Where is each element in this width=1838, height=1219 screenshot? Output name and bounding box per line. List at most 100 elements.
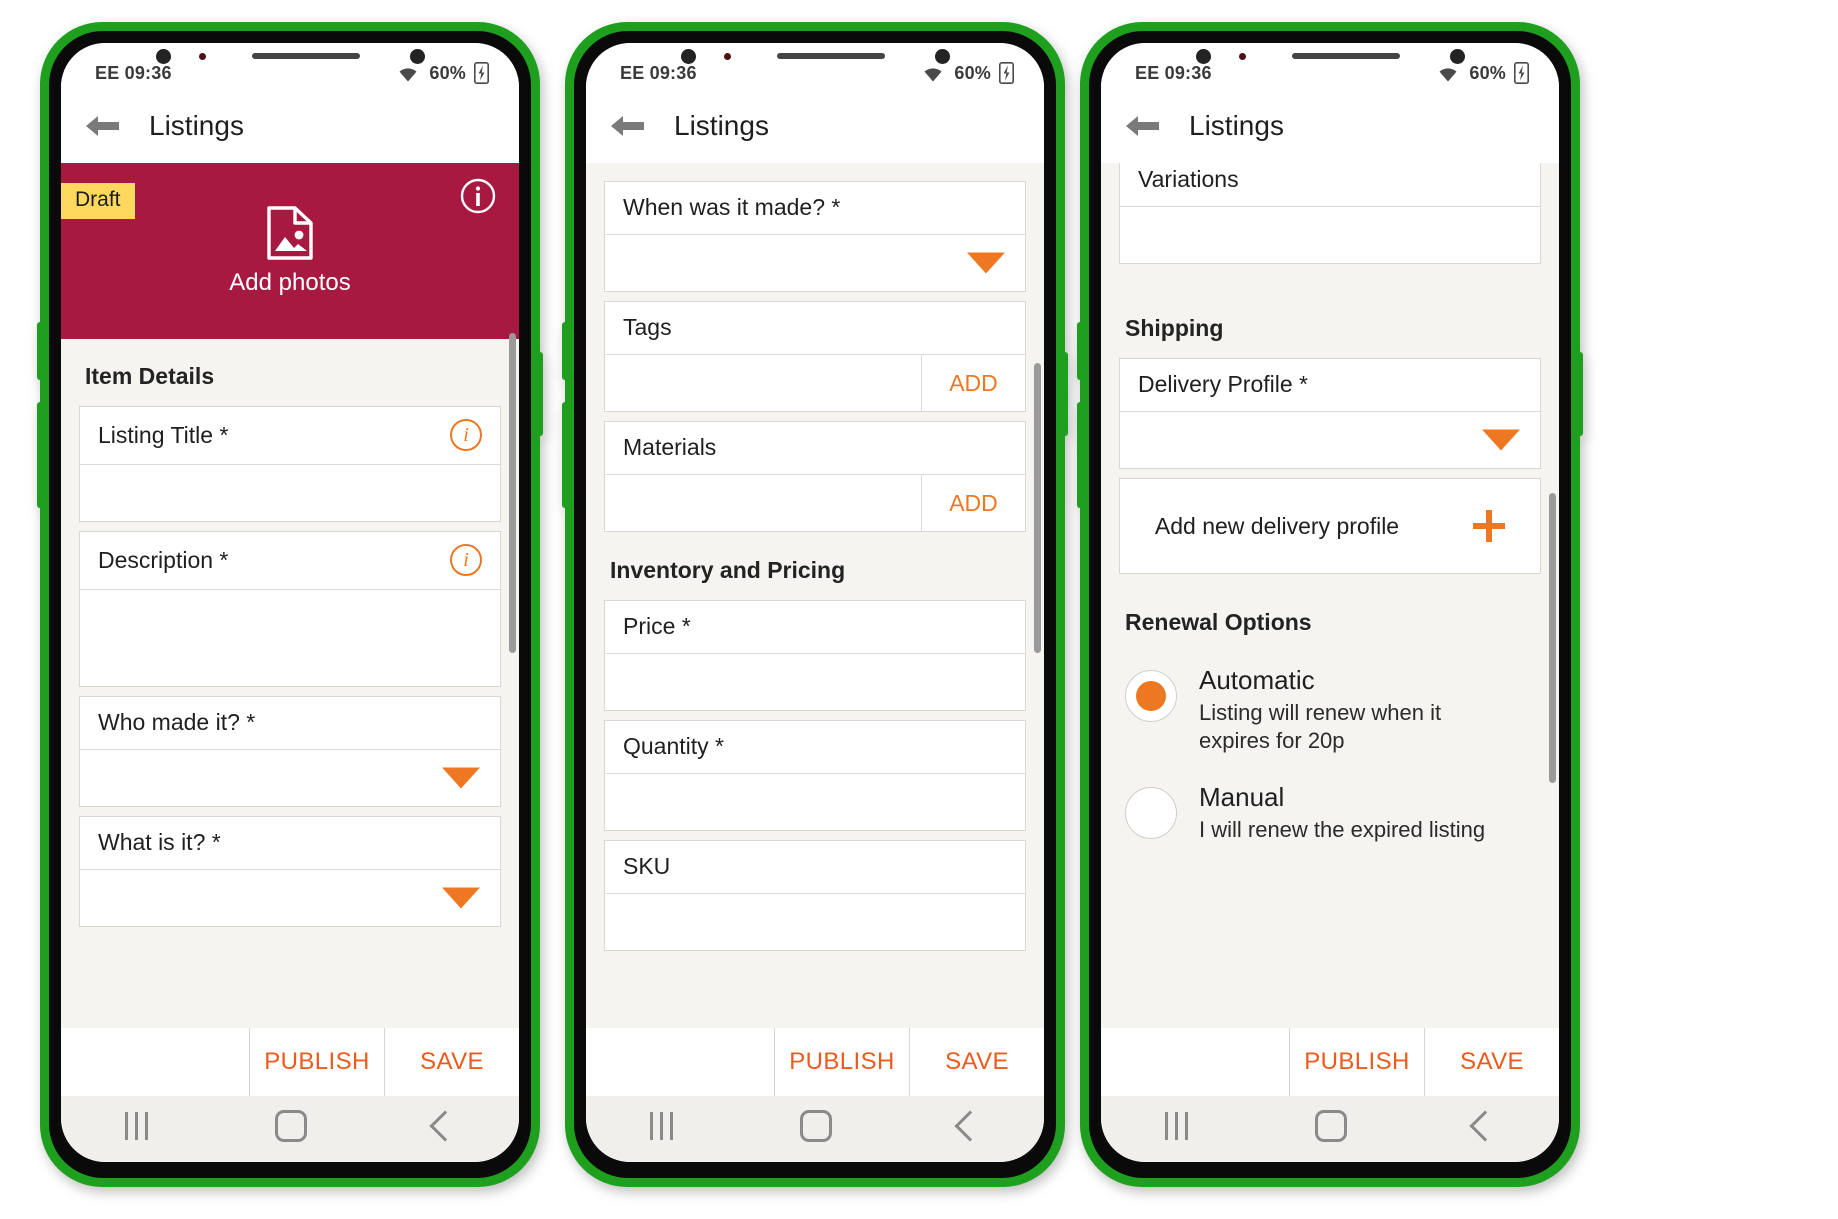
tags-add-button[interactable]: ADD [921, 355, 1025, 411]
info-icon[interactable]: i [450, 544, 482, 576]
battery-icon [1514, 62, 1529, 84]
back-arrow-icon[interactable] [83, 112, 121, 140]
chevron-down-icon[interactable] [1482, 429, 1520, 451]
quantity-input[interactable] [605, 774, 1025, 830]
field-delivery-profile[interactable]: Delivery Profile * [1119, 358, 1541, 469]
home-icon[interactable] [274, 1110, 307, 1142]
delivery-profile-dropdown[interactable] [1120, 412, 1540, 468]
back-arrow-icon[interactable] [608, 112, 646, 140]
app-bar-2: Listings [586, 89, 1044, 163]
save-button[interactable]: SAVE [384, 1028, 519, 1096]
field-quantity[interactable]: Quantity * [604, 720, 1026, 831]
price-input[interactable] [605, 654, 1025, 710]
plus-icon[interactable] [1473, 510, 1506, 542]
field-who-made-it[interactable]: Who made it? * [79, 696, 501, 807]
field-list-3-shipping: Delivery Profile * Add new delivery prof… [1101, 358, 1559, 574]
power-button[interactable] [537, 352, 543, 436]
screenshot-stage: EE 09:36 60% Listings Draft Add photos I… [0, 0, 1838, 1219]
volume-down-button[interactable] [1077, 402, 1083, 508]
radio-title: Manual [1199, 782, 1285, 813]
scroll-body-2[interactable]: When was it made? * Tags ADD Materials A… [586, 163, 1044, 1028]
publish-button[interactable]: PUBLISH [249, 1028, 384, 1096]
radio-button-automatic[interactable] [1125, 670, 1177, 722]
add-new-delivery-profile-label: Add new delivery profile [1154, 512, 1400, 539]
phone-screen-3: EE 09:36 60% Listings Variations Shippin… [1101, 43, 1559, 1162]
field-list-3-variations: Variations [1101, 163, 1559, 264]
back-icon[interactable] [1468, 1110, 1501, 1142]
power-button[interactable] [1577, 352, 1583, 436]
add-new-delivery-profile-button[interactable]: Add new delivery profile [1119, 478, 1541, 574]
save-button[interactable]: SAVE [1424, 1028, 1559, 1096]
radio-option-automatic[interactable]: Automatic Listing will renew when it exp… [1125, 656, 1535, 773]
field-materials[interactable]: Materials ADD [604, 421, 1026, 532]
status-battery-percent: 60% [1469, 62, 1506, 83]
publish-button[interactable]: PUBLISH [774, 1028, 909, 1096]
scrollbar-thumb-3[interactable] [1549, 493, 1556, 783]
volume-up-button[interactable] [37, 322, 43, 380]
materials-add-button[interactable]: ADD [921, 475, 1025, 531]
field-label: Description * [98, 546, 229, 573]
status-bar-2: EE 09:36 60% [586, 43, 1044, 89]
tags-input[interactable] [605, 355, 921, 411]
volume-up-button[interactable] [1077, 322, 1083, 380]
recents-icon[interactable] [649, 1112, 673, 1140]
chevron-down-icon[interactable] [442, 887, 480, 909]
home-icon[interactable] [1314, 1110, 1347, 1142]
publish-button[interactable]: PUBLISH [1289, 1028, 1424, 1096]
save-button[interactable]: SAVE [909, 1028, 1044, 1096]
wifi-icon [924, 68, 942, 82]
materials-input[interactable] [605, 475, 921, 531]
status-carrier-time: EE 09:36 [620, 62, 697, 83]
add-photos-hero[interactable]: Draft Add photos [61, 163, 519, 339]
status-bar-3: EE 09:36 60% [1101, 43, 1559, 89]
section-title-shipping: Shipping [1125, 315, 1224, 341]
radio-title: Automatic [1199, 665, 1315, 695]
scroll-body-1[interactable]: Draft Add photos Item Details Listing Ti… [61, 163, 519, 1028]
radio-option-manual[interactable]: Manual I will renew the expired listing [1125, 773, 1535, 862]
field-sku[interactable]: SKU [604, 840, 1026, 951]
add-photos-label: Add photos [229, 269, 351, 296]
field-label: Tags [623, 314, 672, 340]
variations-input[interactable] [1120, 207, 1540, 263]
back-icon[interactable] [428, 1110, 461, 1142]
field-list-2-bottom: Price * Quantity * SKU [586, 600, 1044, 951]
field-when-was-it-made[interactable]: When was it made? * [604, 181, 1026, 292]
what-is-it-dropdown[interactable] [80, 870, 500, 926]
info-icon[interactable] [459, 177, 497, 215]
field-price[interactable]: Price * [604, 600, 1026, 711]
android-nav-bar-1 [61, 1096, 519, 1162]
who-made-it-dropdown[interactable] [80, 750, 500, 806]
volume-up-button[interactable] [562, 322, 568, 380]
field-description[interactable]: Description * i [79, 531, 501, 687]
section-title-renewal-options: Renewal Options [1125, 609, 1312, 635]
chevron-down-icon[interactable] [442, 767, 480, 789]
radio-subtitle: I will renew the expired listing [1199, 817, 1486, 843]
recents-icon[interactable] [1164, 1112, 1188, 1140]
recents-icon[interactable] [124, 1112, 148, 1140]
when-was-it-made-dropdown[interactable] [605, 235, 1025, 291]
field-what-is-it[interactable]: What is it? * [79, 816, 501, 927]
description-input[interactable] [80, 590, 500, 686]
home-icon[interactable] [799, 1110, 832, 1142]
info-icon[interactable]: i [450, 419, 482, 451]
scroll-body-3[interactable]: Variations Shipping Delivery Profile * A… [1101, 163, 1559, 1028]
field-label: Variations [1138, 166, 1239, 192]
scrollbar-thumb-1[interactable] [509, 333, 516, 653]
action-bar-1: PUBLISH SAVE [61, 1028, 519, 1096]
field-tags[interactable]: Tags ADD [604, 301, 1026, 412]
sku-input[interactable] [605, 894, 1025, 950]
status-carrier-time: EE 09:36 [1135, 62, 1212, 83]
volume-down-button[interactable] [37, 402, 43, 508]
power-button[interactable] [1062, 352, 1068, 436]
volume-down-button[interactable] [562, 402, 568, 508]
status-badge-draft: Draft [61, 183, 135, 219]
back-arrow-icon[interactable] [1123, 112, 1161, 140]
listing-title-input[interactable] [80, 465, 500, 521]
chevron-down-icon[interactable] [967, 252, 1005, 274]
field-label: Price * [623, 613, 691, 639]
field-variations[interactable]: Variations [1119, 163, 1541, 264]
scrollbar-thumb-2[interactable] [1034, 363, 1041, 653]
field-listing-title[interactable]: Listing Title * i [79, 406, 501, 522]
back-icon[interactable] [953, 1110, 986, 1142]
radio-button-manual[interactable] [1125, 787, 1177, 840]
